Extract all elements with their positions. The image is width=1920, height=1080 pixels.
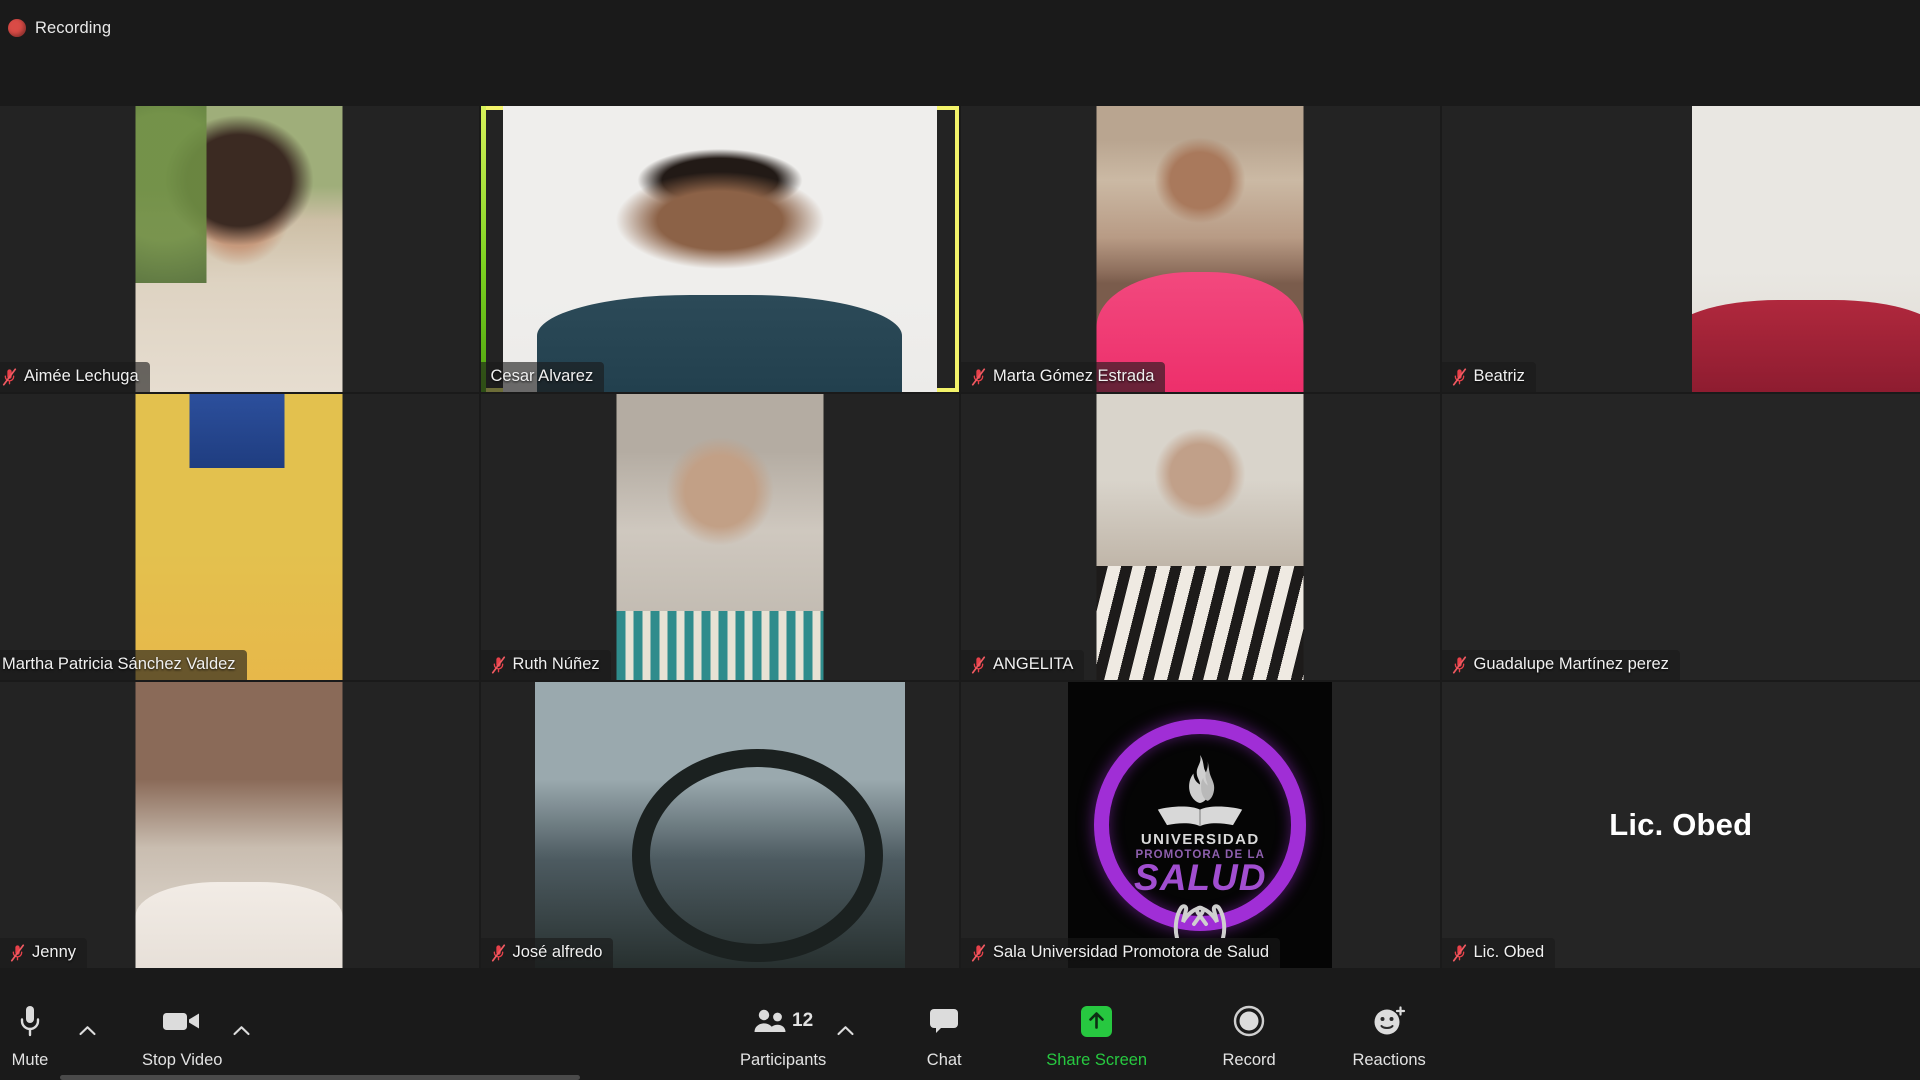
- participant-tile-jose-alfredo[interactable]: José alfredo: [480, 682, 959, 968]
- universidad-logo: UNIVERSIDAD PROMOTORA DE LA SALUD: [1068, 682, 1332, 968]
- participants-button[interactable]: 12 Participants: [730, 1000, 836, 1070]
- muted-microphone-icon: [971, 367, 986, 386]
- video-feed: [534, 682, 905, 968]
- participant-name: Jenny: [32, 943, 77, 961]
- muted-microphone-icon: [1452, 367, 1466, 386]
- recording-label: Recording: [35, 18, 112, 37]
- record-circle-icon: [1233, 1000, 1265, 1042]
- muted-microphone-icon: [491, 943, 505, 962]
- name-plate: Beatriz: [1441, 362, 1536, 392]
- stop-video-label: Stop Video: [142, 1051, 223, 1069]
- chat-label: Chat: [926, 1051, 962, 1069]
- video-feed: [1692, 106, 1920, 392]
- muted-microphone-icon: [971, 943, 986, 962]
- muted-microphone-icon: [491, 655, 505, 674]
- microphone-icon: [17, 1000, 43, 1042]
- record-label: Record: [1222, 1051, 1276, 1069]
- participant-tile-angelita[interactable]: ANGELITA: [961, 394, 1440, 680]
- meeting-toolbar: Mute Stop Video 12 Participants Chat Sha…: [0, 968, 1920, 1080]
- participant-tile-beatriz[interactable]: Beatriz: [1441, 106, 1920, 392]
- participants-options-chevron-up-icon[interactable]: [832, 1009, 858, 1051]
- participant-name: Lic. Obed: [1473, 943, 1545, 961]
- participant-tile-cesar-alvarez[interactable]: Cesar Alvarez: [480, 106, 959, 392]
- video-feed: [135, 394, 343, 680]
- hands-icon: [1174, 904, 1227, 938]
- participant-tile-ruth-nunez[interactable]: Ruth Núñez: [480, 394, 959, 680]
- muted-microphone-icon: [2, 367, 17, 386]
- muted-microphone-icon: [971, 655, 986, 674]
- logo-line-3: SALUD: [1134, 857, 1267, 899]
- record-button[interactable]: Record: [1201, 1000, 1297, 1070]
- video-feed: [135, 682, 343, 968]
- stop-video-button[interactable]: Stop Video: [132, 1000, 232, 1070]
- participant-name: José alfredo: [512, 943, 603, 961]
- participants-count: 12: [792, 1010, 814, 1031]
- muted-microphone-icon: [1452, 943, 1466, 962]
- reactions-button[interactable]: Reactions: [1341, 1000, 1437, 1070]
- participant-name: Cesar Alvarez: [490, 367, 594, 385]
- participant-tile-aimee-lechuga[interactable]: Aimée Lechuga: [0, 106, 479, 392]
- name-plate: Sala Universidad Promotora de Salud: [961, 938, 1281, 968]
- name-plate: Aimée Lechuga: [0, 362, 150, 392]
- video-feed: [616, 394, 824, 680]
- recording-indicator-bar: Recording: [0, 0, 1920, 56]
- video-options-chevron-up-icon[interactable]: [228, 1009, 254, 1051]
- muted-microphone-icon: [10, 943, 25, 962]
- participant-name: Guadalupe Martínez perez: [1473, 655, 1669, 673]
- reactions-label: Reactions: [1352, 1051, 1426, 1069]
- participant-tile-martha-patricia-sanchez-valdez[interactable]: Martha Patricia Sánchez Valdez: [0, 394, 479, 680]
- participant-tile-sala-universidad-promotora-de-salud[interactable]: UNIVERSIDAD PROMOTORA DE LA SALUD Sala U…: [961, 682, 1440, 968]
- name-plate: Cesar Alvarez: [480, 362, 605, 392]
- name-plate: Ruth Núñez: [480, 650, 611, 680]
- open-book-icon: [1158, 806, 1243, 826]
- flame-icon: [1189, 754, 1215, 803]
- participant-name: Sala Universidad Promotora de Salud: [993, 943, 1270, 961]
- mute-label: Mute: [11, 1051, 49, 1069]
- participant-tile-jenny[interactable]: Jenny: [0, 682, 479, 968]
- camera-off-placeholder: [1441, 394, 1920, 680]
- audio-options-chevron-up-icon[interactable]: [74, 1009, 100, 1051]
- camera-off-name-card: Lic. Obed: [1441, 682, 1920, 968]
- name-plate: Martha Patricia Sánchez Valdez: [0, 650, 247, 680]
- video-feed: [1096, 394, 1304, 680]
- chat-bubble-icon: [928, 1000, 960, 1042]
- share-screen-label: Share Screen: [1046, 1051, 1148, 1069]
- participant-tile-marta-gomez-estrada[interactable]: Marta Gómez Estrada: [961, 106, 1440, 392]
- display-name-card-text: Lic. Obed: [1609, 807, 1753, 842]
- participant-tile-guadalupe-martinez-perez[interactable]: Guadalupe Martínez perez: [1441, 394, 1920, 680]
- video-feed: [135, 106, 343, 392]
- record-dot-icon: [8, 19, 26, 37]
- muted-microphone-icon: [1452, 655, 1466, 674]
- share-screen-button[interactable]: Share Screen: [1036, 1000, 1157, 1070]
- participant-name: Marta Gómez Estrada: [993, 367, 1155, 385]
- name-plate: Guadalupe Martínez perez: [1441, 650, 1680, 680]
- logo-line-1: UNIVERSIDAD: [1140, 830, 1260, 848]
- participant-name: ANGELITA: [993, 655, 1074, 673]
- people-icon: 12: [753, 1000, 813, 1042]
- zoom-meeting-window: Recording Aimée Lechuga Cesar Alvarez Ma…: [0, 0, 1920, 1080]
- video-grid: Aimée Lechuga Cesar Alvarez Marta Gómez …: [0, 106, 1920, 968]
- name-plate: José alfredo: [480, 938, 614, 968]
- toolbar-scroll-indicator[interactable]: [60, 1075, 580, 1080]
- video-feed: [1096, 106, 1304, 392]
- video-feed: UNIVERSIDAD PROMOTORA DE LA SALUD: [1068, 682, 1333, 968]
- chat-button[interactable]: Chat: [896, 1000, 992, 1070]
- participants-label: Participants: [740, 1051, 827, 1069]
- participant-name: Ruth Núñez: [512, 655, 600, 673]
- participant-tile-lic-obed[interactable]: Lic. Obed Lic. Obed: [1441, 682, 1920, 968]
- smiley-plus-icon: [1372, 1000, 1406, 1042]
- name-plate: ANGELITA: [961, 650, 1085, 680]
- video-feed: [502, 106, 937, 392]
- name-plate: Marta Gómez Estrada: [961, 362, 1166, 392]
- name-plate: Lic. Obed: [1441, 938, 1556, 968]
- share-screen-icon: [1080, 1000, 1113, 1042]
- participant-name: Martha Patricia Sánchez Valdez: [2, 655, 236, 673]
- name-plate: Jenny: [0, 938, 88, 968]
- video-camera-icon: [162, 1000, 202, 1042]
- mute-button[interactable]: Mute: [0, 1000, 78, 1070]
- participant-name: Aimée Lechuga: [24, 367, 139, 385]
- participant-name: Beatriz: [1473, 367, 1525, 385]
